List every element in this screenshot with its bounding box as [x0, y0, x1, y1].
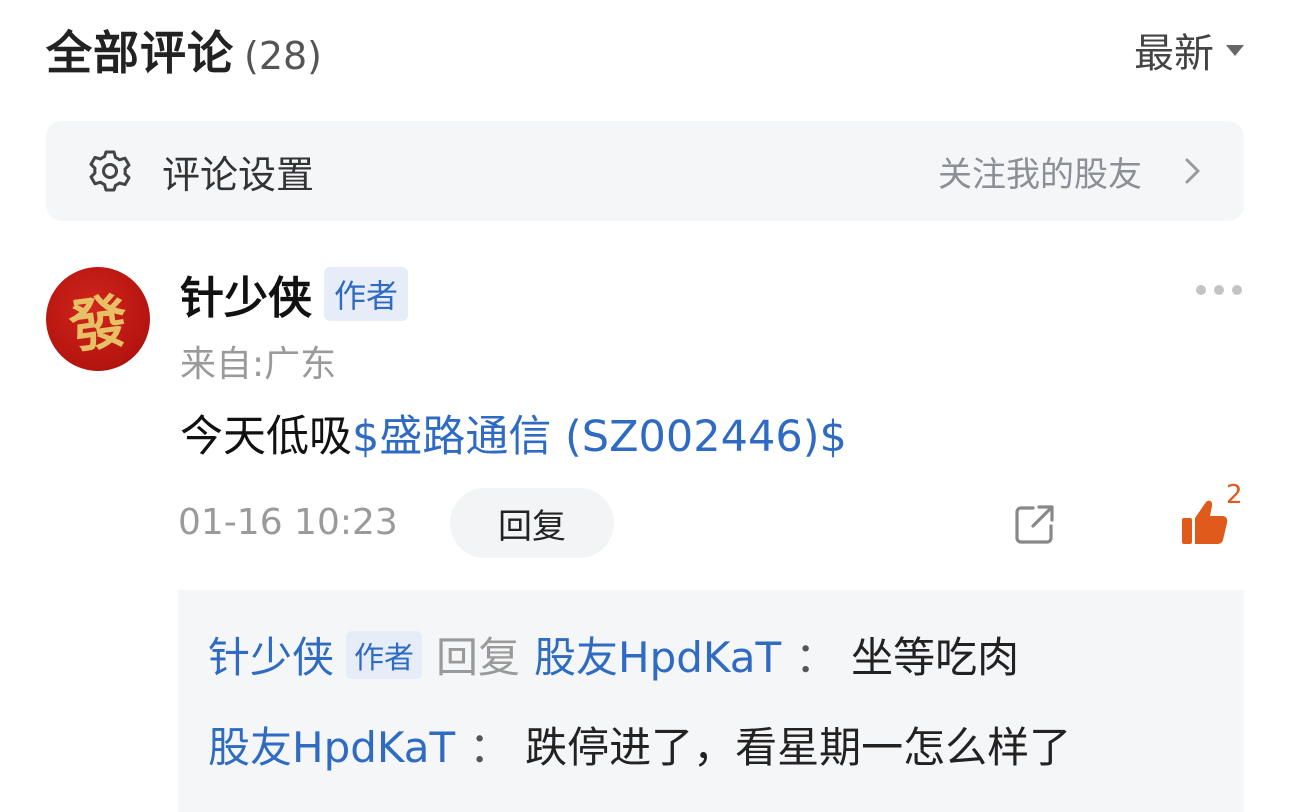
- reply-author-badge: 作者: [346, 630, 423, 679]
- chevron-right-icon: [1185, 158, 1200, 184]
- settings-label: 评论设置: [162, 152, 315, 197]
- reply-target[interactable]: 股友HpdKaT: [534, 624, 781, 685]
- comments-header: 全部评论 (28) 最新: [46, 18, 1244, 82]
- reply-colon: ：: [469, 723, 512, 772]
- stock-link[interactable]: $盛路通信 (SZ002446)$: [352, 412, 847, 462]
- more-dot: [1196, 285, 1206, 295]
- comment-text: 今天低吸$盛路通信 (SZ002446)$: [180, 402, 847, 464]
- like-count: 2: [1226, 480, 1243, 510]
- page-title: 全部评论: [46, 26, 234, 80]
- avatar[interactable]: 發: [46, 267, 150, 371]
- settings-value: 关注我的股友: [938, 154, 1142, 195]
- comment-settings-bar[interactable]: 评论设置 关注我的股友: [46, 121, 1244, 221]
- comment-timestamp: 01-16 10:23: [178, 502, 398, 543]
- caret-down-icon: [1226, 44, 1244, 56]
- comment-count: (28): [244, 34, 323, 78]
- comment-text-prefix: 今天低吸: [180, 412, 352, 462]
- more-dot: [1232, 285, 1242, 295]
- reply-text: 坐等吃肉: [851, 633, 1020, 682]
- reply-author[interactable]: 针少侠: [208, 624, 334, 685]
- reply-item[interactable]: 股友HpdKaT ： 跌停进了，看星期一怎么样了: [208, 714, 1071, 775]
- reply-button[interactable]: 回复: [450, 488, 614, 558]
- share-icon[interactable]: [1011, 500, 1059, 548]
- author-row: 针少侠 作者: [180, 262, 409, 326]
- more-options-icon[interactable]: [1196, 285, 1242, 295]
- reply-author[interactable]: 股友HpdKaT: [208, 714, 455, 775]
- sort-dropdown[interactable]: 最新: [1134, 21, 1244, 79]
- settings-left: 评论设置: [86, 144, 314, 199]
- comment-meta-row: 01-16 10:23 回复 2: [178, 480, 1244, 558]
- author-badge: 作者: [324, 267, 409, 321]
- replies-panel: 针少侠 作者 回复 股友HpdKaT ： 坐等吃肉 股友HpdKaT ： 跌停进…: [178, 590, 1244, 812]
- sort-label: 最新: [1134, 31, 1214, 77]
- reply-verb: 回复: [436, 633, 521, 682]
- reply-colon: ：: [795, 633, 838, 682]
- more-dot: [1214, 285, 1224, 295]
- settings-right: 关注我的股友: [938, 147, 1204, 196]
- gear-icon: [89, 150, 131, 192]
- comments-page: 全部评论(28) 最新 评论设置 关注我的股友 發 针少侠 作者 来自:广东: [0, 0, 1290, 812]
- header-title-group: 全部评论 (28): [46, 17, 322, 83]
- author-name[interactable]: 针少侠: [180, 262, 312, 326]
- thumbs-up-icon[interactable]: [1178, 496, 1230, 548]
- avatar-glyph: 發: [65, 286, 133, 362]
- location-label: 来自:广东: [180, 344, 337, 385]
- reply-item[interactable]: 针少侠 作者 回复 股友HpdKaT ： 坐等吃肉: [208, 624, 1019, 685]
- reply-text: 跌停进了，看星期一怎么样了: [525, 723, 1072, 772]
